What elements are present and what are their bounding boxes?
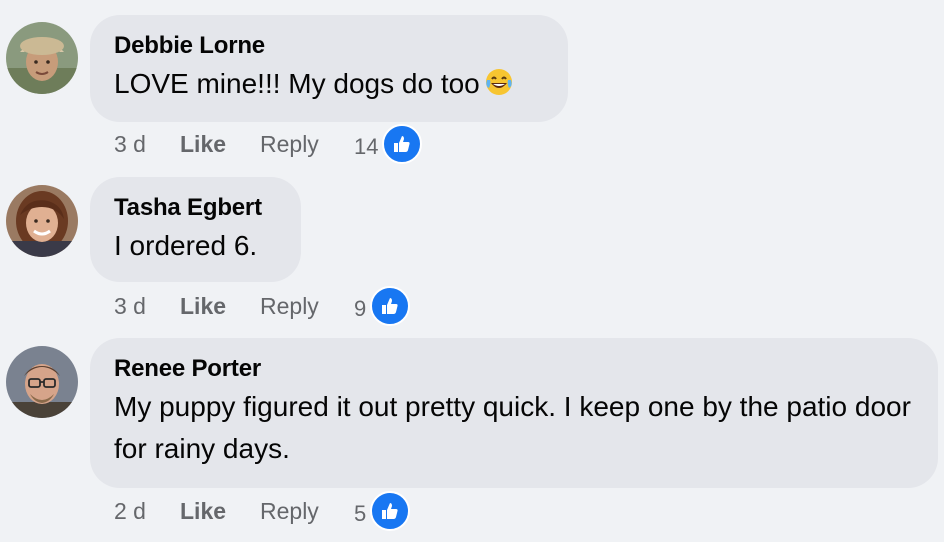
thumbs-up-icon: [370, 491, 411, 531]
comment-bubble: Renee Porter My puppy figured it out pre…: [90, 338, 938, 488]
avatar[interactable]: [6, 185, 78, 257]
comment-text-content: LOVE mine!!! My dogs do too: [114, 68, 480, 99]
comment-timestamp[interactable]: 2 d: [114, 498, 180, 525]
reply-link[interactable]: Reply: [260, 498, 354, 525]
comment-author[interactable]: Tasha Egbert: [114, 193, 277, 223]
like-link[interactable]: Like: [180, 131, 260, 158]
reaction-summary[interactable]: 9: [354, 286, 411, 326]
comment-bubble: Debbie Lorne LOVE mine!!! My dogs do too: [90, 15, 568, 122]
reaction-count: 5: [354, 501, 367, 526]
reaction-count: 9: [354, 296, 367, 321]
avatar[interactable]: [6, 22, 78, 94]
reaction-count: 14: [354, 134, 379, 159]
thumbs-up-icon: [370, 286, 411, 326]
comment-author[interactable]: Debbie Lorne: [114, 31, 544, 61]
comment-actions: 3 d Like Reply 14: [114, 124, 423, 164]
comment-text: LOVE mine!!! My dogs do too: [114, 63, 544, 109]
comment-timestamp[interactable]: 3 d: [114, 293, 180, 320]
thumbs-up-icon: [382, 124, 423, 164]
avatar[interactable]: [6, 346, 78, 418]
laughing-crying-emoji-icon: [484, 67, 514, 109]
reply-link[interactable]: Reply: [260, 293, 354, 320]
comment-timestamp[interactable]: 3 d: [114, 131, 180, 158]
comment-bubble: Tasha Egbert I ordered 6.: [90, 177, 301, 282]
comment-actions: 3 d Like Reply 9: [114, 286, 411, 326]
like-link[interactable]: Like: [180, 498, 260, 525]
like-link[interactable]: Like: [180, 293, 260, 320]
comment-author[interactable]: Renee Porter: [114, 354, 914, 384]
comment-text: I ordered 6.: [114, 230, 258, 261]
comment-list: Debbie Lorne LOVE mine!!! My dogs do too…: [0, 0, 944, 542]
reaction-summary[interactable]: 14: [354, 124, 423, 164]
comment-text: My puppy figured it out pretty quick. I …: [114, 391, 911, 464]
reaction-summary[interactable]: 5: [354, 491, 411, 531]
comment-actions: 2 d Like Reply 5: [114, 491, 411, 531]
reply-link[interactable]: Reply: [260, 131, 354, 158]
